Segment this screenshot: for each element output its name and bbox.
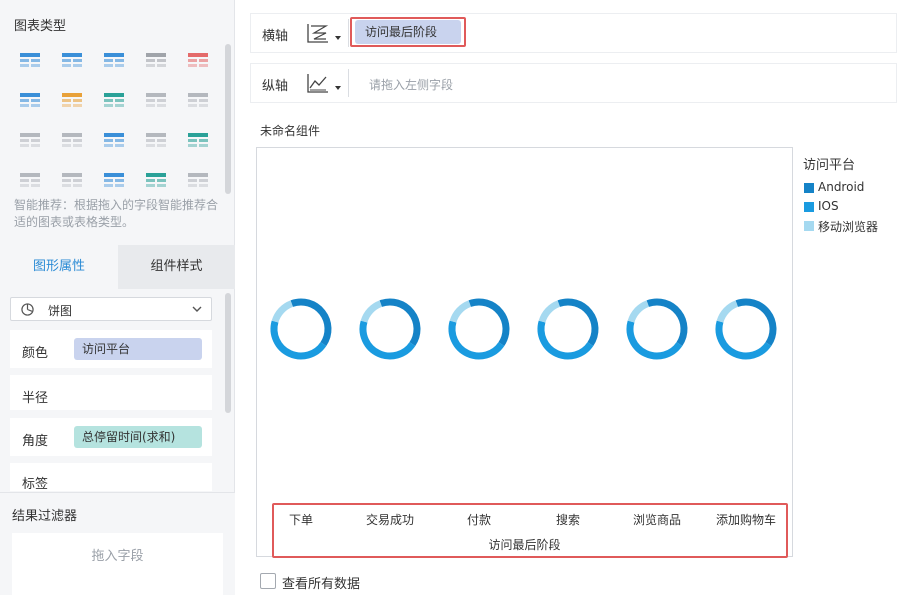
donut-slice[interactable] <box>379 298 421 347</box>
donut-0[interactable] <box>270 298 332 360</box>
donut-2[interactable] <box>448 298 510 360</box>
donut-3[interactable] <box>537 298 599 360</box>
grouped-table-icon[interactable] <box>60 50 84 72</box>
donut-1[interactable] <box>359 298 421 360</box>
donut-slice[interactable] <box>290 298 332 347</box>
chart-legend: 访问平台 Android IOS 移动浏览器 <box>803 154 897 236</box>
legend-swatch <box>804 221 814 231</box>
scatter-icon[interactable] <box>102 170 126 192</box>
property-tabs: 图形属性 组件样式 <box>0 245 235 289</box>
stacked-bar-icon[interactable] <box>60 170 84 192</box>
properties-scrollbar[interactable] <box>225 293 231 413</box>
donut-slice[interactable] <box>715 320 772 360</box>
pie-icon[interactable] <box>186 170 210 192</box>
area-line-icon[interactable] <box>18 170 42 192</box>
legend-title: 访问平台 <box>803 158 856 173</box>
x-axis-row: 横轴 <box>250 13 897 53</box>
radar-line-icon[interactable] <box>144 130 168 152</box>
radar-polygon-icon[interactable] <box>186 130 210 152</box>
chevron-down-icon <box>192 306 202 312</box>
axis-separator <box>348 19 349 47</box>
legend-label: IOS <box>818 199 839 213</box>
legend-swatch <box>804 202 814 212</box>
donut-slice[interactable] <box>449 300 472 323</box>
donut-5[interactable] <box>715 298 777 360</box>
legend-label: 移动浏览器 <box>818 220 879 234</box>
label-property-row[interactable]: 标签 <box>10 463 212 491</box>
donut-slice[interactable] <box>270 320 327 360</box>
measure-axis-icon[interactable] <box>306 72 330 94</box>
result-filter-title: 结果过滤器 <box>12 509 78 524</box>
color-field-pill[interactable]: 访问平台 <box>74 338 202 360</box>
x-axis-label: 横轴 <box>262 29 289 44</box>
tab-component-style[interactable]: 组件样式 <box>118 245 235 289</box>
category-axis-highlight-box <box>272 503 788 558</box>
donut-slice[interactable] <box>468 298 510 347</box>
label-label: 标签 <box>22 477 49 491</box>
caret-down-icon[interactable] <box>335 86 341 90</box>
color-label: 颜色 <box>22 346 49 361</box>
bar-tall-icon[interactable] <box>186 90 210 112</box>
donut-slice[interactable] <box>271 300 294 323</box>
caret-down-icon[interactable] <box>335 36 341 40</box>
legend-swatch <box>804 183 814 193</box>
donut-slice[interactable] <box>538 300 561 323</box>
widget-name[interactable]: 未命名组件 <box>260 122 320 139</box>
smart-recommend-hint: 智能推荐：根据拖入的字段智能推荐合适的图表或表格类型。 <box>14 198 219 229</box>
chart-types-scrollbar[interactable] <box>225 44 231 194</box>
radius-label: 半径 <box>22 391 49 406</box>
table-icon[interactable] <box>18 50 42 72</box>
donut-slice[interactable] <box>359 320 416 360</box>
angle-label: 角度 <box>22 434 49 449</box>
donut-slice[interactable] <box>360 300 383 323</box>
y-axis-row[interactable]: 纵轴 请拖入左侧字段 <box>250 63 897 103</box>
chart-type-select[interactable]: 饼图 <box>10 297 212 321</box>
left-panel: 图表类型 智能推荐：根据拖入的字段智能推荐合适的图表或表格类型。 图形属性 组件… <box>0 0 235 595</box>
checkbox-box[interactable] <box>260 573 276 589</box>
legend-item[interactable]: IOS <box>803 198 897 217</box>
legend-item[interactable]: 移动浏览器 <box>803 217 897 236</box>
legend-label: Android <box>818 180 865 194</box>
cross-table-icon[interactable] <box>102 50 126 72</box>
angle-field-pill[interactable]: 总停留时间(求和) <box>74 426 202 448</box>
donut-slice[interactable] <box>735 298 777 347</box>
heatmap-icon[interactable] <box>60 90 84 112</box>
scatter-grid-icon[interactable] <box>102 90 126 112</box>
donut-slice[interactable] <box>557 298 599 347</box>
map-dots-icon[interactable] <box>18 90 42 112</box>
filter-drop-zone[interactable]: 拖入字段 <box>12 533 223 595</box>
bar-mini-icon[interactable] <box>144 90 168 112</box>
step-bar-icon[interactable] <box>60 130 84 152</box>
donut-slice[interactable] <box>716 300 739 323</box>
y-axis-drop-placeholder: 请拖入左侧字段 <box>369 78 454 92</box>
filter-drop-hint: 拖入字段 <box>91 549 144 564</box>
colored-kpi-icon[interactable] <box>186 50 210 72</box>
angle-property-row[interactable]: 角度 总停留时间(求和) <box>10 418 212 456</box>
donut-slice[interactable] <box>627 300 650 323</box>
wave-line-icon[interactable] <box>102 130 126 152</box>
legend-item[interactable]: Android <box>803 179 897 198</box>
tab-shape-properties[interactable]: 图形属性 <box>0 245 118 289</box>
dimension-axis-icon[interactable] <box>306 22 330 44</box>
waterfall-icon[interactable] <box>18 130 42 152</box>
axis-separator <box>348 69 349 97</box>
radius-property-row[interactable]: 半径 <box>10 375 212 410</box>
donut-slice[interactable] <box>537 320 594 360</box>
bubble-ring-icon[interactable] <box>144 170 168 192</box>
donut-chart-row <box>270 298 777 360</box>
donut-slice[interactable] <box>448 320 505 360</box>
donut-4[interactable] <box>626 298 688 360</box>
donut-slice[interactable] <box>646 298 688 347</box>
x-field-highlight-box <box>350 17 466 47</box>
pie-chart-icon <box>21 303 34 316</box>
donut-slice[interactable] <box>626 320 683 360</box>
view-all-data-label: 查看所有数据 <box>282 577 361 592</box>
chart-type-value: 饼图 <box>48 304 73 318</box>
chart-types-title: 图表类型 <box>14 19 67 34</box>
kpi-number-icon[interactable] <box>144 50 168 72</box>
color-property-row[interactable]: 颜色 访问平台 <box>10 330 212 368</box>
y-axis-label: 纵轴 <box>262 79 289 94</box>
